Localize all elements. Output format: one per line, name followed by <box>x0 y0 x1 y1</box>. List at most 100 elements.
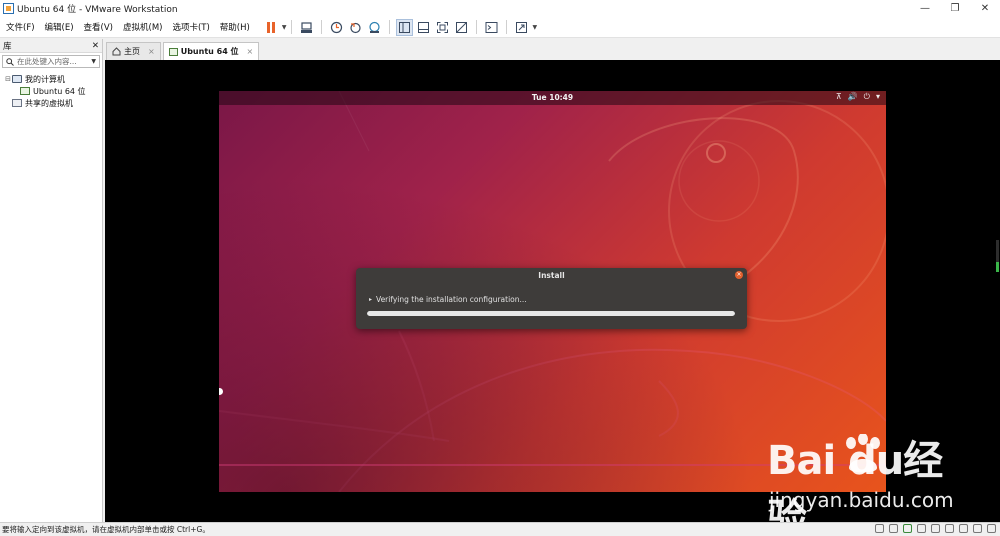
console-icon <box>485 21 498 33</box>
dialog-close-button[interactable]: × <box>735 271 743 279</box>
snapshot-manager-icon <box>369 21 381 33</box>
chevron-down-icon[interactable]: ▾ <box>876 92 880 102</box>
cd-rom-icon[interactable] <box>889 524 898 533</box>
pause-button[interactable] <box>263 19 280 36</box>
library-header: 库 ✕ <box>0 39 102 53</box>
vm-display[interactable]: Tue 10:49 ⊼ 🔊 ⏻ ▾ Install × ▸ Verifying … <box>105 60 1000 536</box>
toolbar-separator <box>291 20 293 34</box>
message-log-icon[interactable] <box>987 524 996 533</box>
tree-item-label: 我的计算机 <box>25 74 65 84</box>
tree-item-my-computer[interactable]: ⊟ 我的计算机 <box>0 73 102 85</box>
watermark-url: jingyan.baidu.com <box>769 488 954 512</box>
printer-icon[interactable] <box>959 524 968 533</box>
console-button[interactable] <box>483 19 500 36</box>
tab-label: Ubuntu 64 位 <box>180 47 239 56</box>
install-dialog: Install × ▸ Verifying the installation c… <box>356 268 747 329</box>
fullscreen-button[interactable] <box>434 19 451 36</box>
vm-running-icon <box>168 47 178 56</box>
menu-vm[interactable]: 虚拟机(M) <box>119 21 166 33</box>
hard-disk-icon[interactable] <box>875 524 884 533</box>
revert-snapshot-icon <box>350 22 362 33</box>
tree-item-label: 共享的虚拟机 <box>25 98 73 108</box>
fullscreen-icon <box>437 21 449 33</box>
paw-icon <box>846 434 880 473</box>
install-status-text: Verifying the installation configuration… <box>376 295 527 304</box>
search-dropdown-icon[interactable]: ▼ <box>91 58 96 65</box>
send-ctrl-alt-del-button[interactable] <box>298 19 315 36</box>
library-panel: 库 ✕ 在此处键入内容... ▼ ⊟ 我的计算机 Ubuntu 64 位 共享的… <box>0 39 103 522</box>
unity-button[interactable] <box>453 19 470 36</box>
system-tray[interactable]: ⊼ 🔊 ⏻ ▾ <box>836 92 880 102</box>
library-title: 库 <box>3 41 12 52</box>
cd-rom-active-icon[interactable] <box>903 524 912 533</box>
search-icon <box>6 57 14 66</box>
library-search-box[interactable]: 在此处键入内容... ▼ <box>2 55 100 68</box>
tab-close-icon[interactable]: × <box>247 47 254 56</box>
title-bar: Ubuntu 64 位 - VMware Workstation — ❐ ✕ <box>0 0 1000 17</box>
close-button[interactable]: ✕ <box>970 0 1000 17</box>
tree-item-ubuntu-vm[interactable]: Ubuntu 64 位 <box>0 85 102 97</box>
unity-icon <box>456 21 468 33</box>
menu-edit[interactable]: 编辑(E) <box>41 21 78 33</box>
power-dropdown-icon[interactable]: ▼ <box>282 24 287 31</box>
install-status[interactable]: ▸ Verifying the installation configurati… <box>369 295 527 304</box>
stretch-icon <box>516 21 528 33</box>
revert-snapshot-button[interactable] <box>347 19 364 36</box>
volume-icon[interactable]: 🔊 <box>848 92 858 102</box>
vmware-app-icon <box>3 3 14 14</box>
menu-file[interactable]: 文件(F) <box>2 21 39 33</box>
tab-home[interactable]: 主页 × <box>106 42 161 60</box>
vm-running-icon <box>20 87 30 95</box>
window-controls: — ❐ ✕ <box>910 0 1000 17</box>
snapshot-button[interactable] <box>328 19 345 36</box>
usb-icon[interactable] <box>931 524 940 533</box>
menu-tabs[interactable]: 选项卡(T) <box>168 21 213 33</box>
dialog-title: Install <box>538 271 565 280</box>
shared-vms-icon <box>12 99 22 107</box>
menu-bar: 文件(F) 编辑(E) 查看(V) 虚拟机(M) 选项卡(T) 帮助(H) ▼ <box>0 17 1000 38</box>
baidu-watermark: Bai du经验 jingyan.baidu.com <box>767 428 957 536</box>
library-close-icon[interactable]: ✕ <box>92 41 99 51</box>
thumbnail-view-icon <box>418 21 430 33</box>
thumbnail-view-button[interactable] <box>415 19 432 36</box>
snapshot-icon <box>331 21 343 33</box>
clock[interactable]: Tue 10:49 <box>219 93 886 102</box>
collapse-icon[interactable]: ⊟ <box>4 75 12 83</box>
stretch-dropdown-icon[interactable]: ▼ <box>532 24 537 31</box>
toolbar-separator <box>476 20 478 34</box>
network-icon[interactable]: ⊼ <box>836 92 842 102</box>
tab-ubuntu[interactable]: Ubuntu 64 位 × <box>162 42 260 60</box>
tab-close-icon[interactable]: × <box>148 47 155 56</box>
power-icon[interactable]: ⏻ <box>864 92 870 102</box>
restore-button[interactable]: ❐ <box>940 0 970 17</box>
toolbar: ▼ ▼ <box>262 17 537 38</box>
gnome-top-bar: Tue 10:49 ⊼ 🔊 ⏻ ▾ <box>219 91 886 105</box>
scroll-indicator[interactable] <box>996 240 999 272</box>
snapshot-manager-button[interactable] <box>366 19 383 36</box>
pause-icon <box>267 21 276 33</box>
network-adapter-icon[interactable] <box>917 524 926 533</box>
library-view-icon <box>399 21 411 33</box>
install-progress-bar <box>367 311 735 316</box>
device-icons <box>875 524 996 533</box>
toolbar-separator <box>506 20 508 34</box>
install-progress-fill <box>367 311 735 316</box>
menu-view[interactable]: 查看(V) <box>80 21 117 33</box>
library-view-button[interactable] <box>396 18 414 36</box>
expander-arrow-icon[interactable]: ▸ <box>369 296 372 303</box>
status-text: 要将输入定向到该虚拟机，请在虚拟机内部单击或按 Ctrl+G。 <box>2 525 210 534</box>
menu-help[interactable]: 帮助(H) <box>216 21 254 33</box>
window-title: Ubuntu 64 位 - VMware Workstation <box>17 5 178 15</box>
toolbar-separator <box>321 20 323 34</box>
library-search-input[interactable]: 在此处键入内容... <box>17 56 91 67</box>
status-bar: 要将输入定向到该虚拟机，请在虚拟机内部单击或按 Ctrl+G。 <box>0 522 1000 536</box>
tree-item-label: Ubuntu 64 位 <box>33 85 86 97</box>
minimize-button[interactable]: — <box>910 0 940 17</box>
tree-item-shared-vms[interactable]: 共享的虚拟机 <box>0 97 102 109</box>
toolbar-separator <box>389 20 391 34</box>
stretch-button[interactable] <box>513 19 530 36</box>
library-tree: ⊟ 我的计算机 Ubuntu 64 位 共享的虚拟机 <box>0 70 102 109</box>
sound-card-icon[interactable] <box>945 524 954 533</box>
computer-icon <box>12 75 22 83</box>
display-icon[interactable] <box>973 524 982 533</box>
